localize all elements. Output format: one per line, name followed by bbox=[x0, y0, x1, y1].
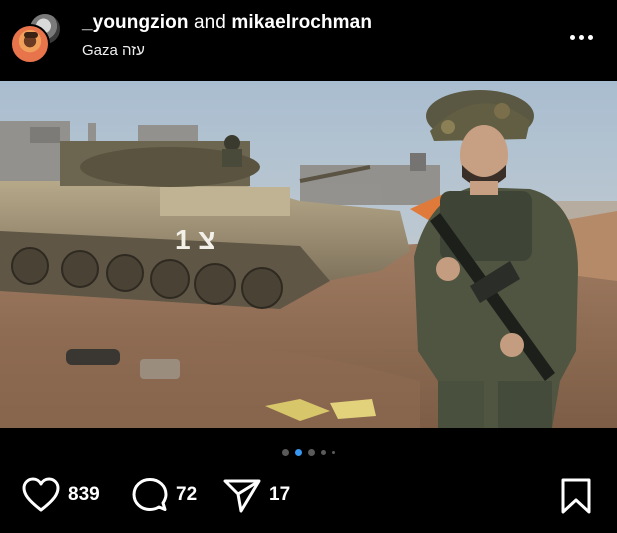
carousel-dot-active bbox=[295, 448, 302, 456]
carousel-dot bbox=[308, 448, 315, 456]
authors-conjunction: and bbox=[193, 12, 226, 33]
carousel-dot bbox=[282, 448, 289, 456]
post-photo[interactable]: 1 צ bbox=[0, 81, 617, 428]
shares-count[interactable]: 17 bbox=[269, 484, 290, 506]
post-header: _youngzion and mikaelrochman Gaza עזה bbox=[0, 0, 617, 80]
comment-icon[interactable] bbox=[132, 477, 168, 513]
avatar-primary[interactable] bbox=[10, 24, 50, 64]
collab-avatars[interactable] bbox=[8, 10, 64, 66]
post-location[interactable]: Gaza עזה bbox=[82, 42, 145, 59]
carousel-dot bbox=[321, 449, 326, 455]
share-button[interactable]: 17 bbox=[223, 475, 290, 515]
carousel-dot bbox=[332, 450, 335, 454]
like-button[interactable]: 839 bbox=[22, 475, 100, 515]
heart-icon[interactable] bbox=[22, 477, 60, 513]
bookmark-icon[interactable] bbox=[560, 477, 592, 515]
post-authors: _youngzion and mikaelrochman bbox=[82, 12, 372, 34]
send-icon[interactable] bbox=[223, 477, 261, 513]
comments-count[interactable]: 72 bbox=[176, 484, 197, 506]
post-actions: 839 72 17 bbox=[0, 475, 617, 519]
tank-marking: 1 צ bbox=[175, 224, 215, 255]
save-button[interactable] bbox=[560, 477, 592, 520]
author-primary-link[interactable]: _youngzion bbox=[82, 12, 189, 33]
author-secondary-link[interactable]: mikaelrochman bbox=[231, 12, 372, 33]
likes-count[interactable]: 839 bbox=[68, 484, 100, 506]
comment-button[interactable]: 72 bbox=[132, 475, 197, 515]
more-options-icon[interactable] bbox=[566, 26, 596, 48]
carousel-indicator bbox=[0, 446, 617, 458]
